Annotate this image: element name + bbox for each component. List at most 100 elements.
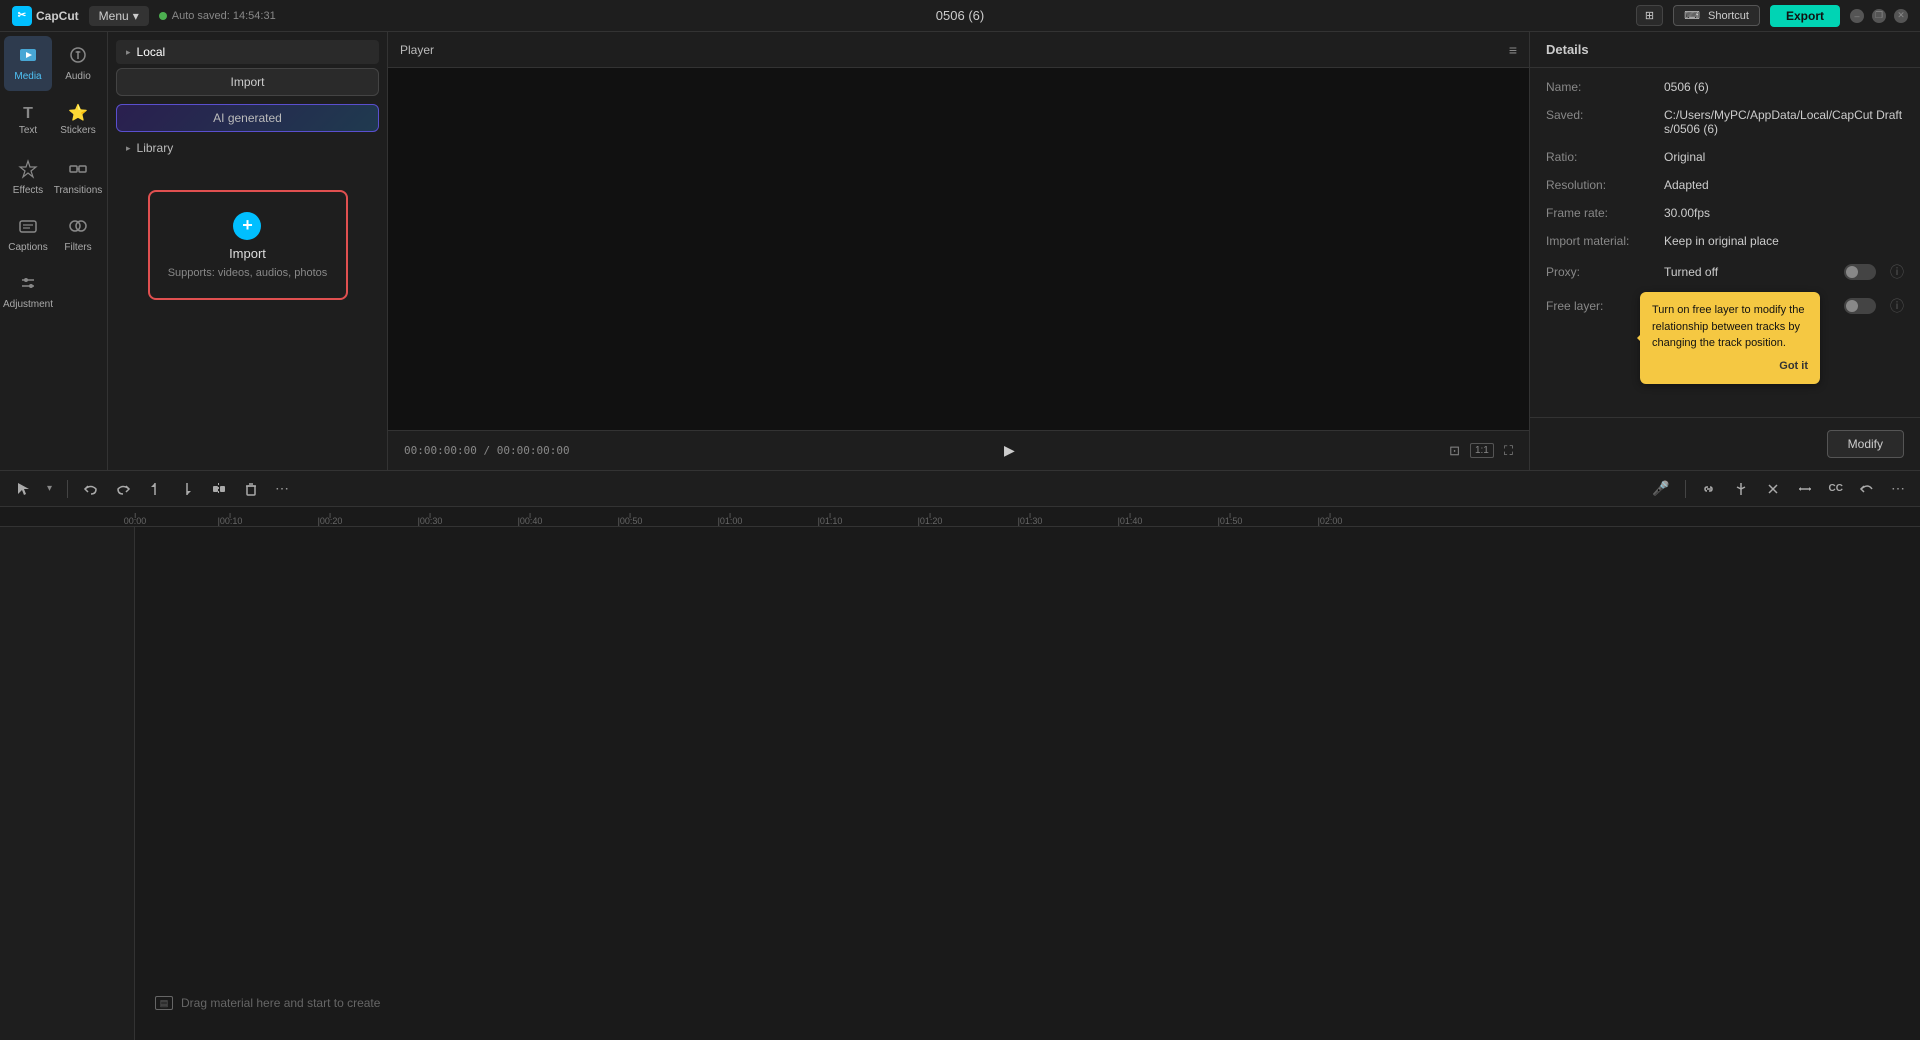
- toolbar-tab-captions[interactable]: Captions: [4, 207, 52, 262]
- window-layout-button[interactable]: ⊞: [1636, 5, 1663, 26]
- close-button[interactable]: ✕: [1894, 9, 1908, 23]
- auto-save-text: Auto saved: 14:54:31: [172, 10, 276, 22]
- delete-button[interactable]: [238, 478, 264, 500]
- free-layer-info-icon[interactable]: ⓘ: [1890, 296, 1904, 316]
- player-fit-icon[interactable]: ⊡: [1449, 443, 1460, 459]
- local-section[interactable]: ▸ Local: [116, 40, 379, 64]
- media-icon: [18, 45, 38, 68]
- ruler-mark-7: |01:10: [818, 516, 843, 526]
- restore-button[interactable]: ❐: [1872, 9, 1886, 23]
- transitions-icon: [68, 159, 88, 182]
- tooltip-got-it-button[interactable]: Got it: [1652, 358, 1808, 375]
- player-controls: 00:00:00:00 / 00:00:00:00 ▶ ⊡ 1:1 ⛶: [388, 430, 1529, 470]
- capcut-logo: ✂ CapCut: [12, 6, 79, 26]
- snap-button[interactable]: [1728, 478, 1754, 500]
- details-footer: Modify: [1530, 417, 1920, 470]
- timeline-ruler-inner: 00:00 |00:10 |00:20 |00:30 |00:40 |00:50…: [0, 507, 1920, 526]
- menu-button[interactable]: Menu ▾: [89, 6, 149, 26]
- cursor-dropdown-button[interactable]: ▾: [42, 480, 57, 497]
- toolbar-tab-transitions[interactable]: Transitions: [54, 150, 102, 205]
- split-start-button[interactable]: [142, 478, 168, 500]
- player-ratio-label[interactable]: 1:1: [1470, 443, 1494, 458]
- title-bar: ✂ CapCut Menu ▾ Auto saved: 14:54:31 050…: [0, 0, 1920, 32]
- shortcut-label: Shortcut: [1708, 10, 1749, 22]
- detail-resolution-label: Resolution:: [1546, 178, 1656, 192]
- timeline-more-button[interactable]: ⋯: [1886, 477, 1910, 500]
- modify-button[interactable]: Modify: [1827, 430, 1904, 458]
- toolbar-tab-filters[interactable]: Filters: [54, 207, 102, 262]
- more-tools-button[interactable]: ⋯: [270, 477, 294, 500]
- library-section[interactable]: ▸ Library: [116, 136, 379, 160]
- toolbar-tab-adjustment[interactable]: Adjustment: [4, 264, 52, 319]
- minimize-button[interactable]: –: [1850, 9, 1864, 23]
- split-button[interactable]: [206, 478, 232, 500]
- window-controls: – ❐ ✕: [1850, 9, 1908, 23]
- import-button[interactable]: Import: [116, 68, 379, 96]
- detail-framerate-label: Frame rate:: [1546, 206, 1656, 220]
- player-viewport: [388, 68, 1529, 430]
- toolbar-tab-stickers[interactable]: ⭐ Stickers: [54, 93, 102, 148]
- split-end-button[interactable]: [174, 478, 200, 500]
- cursor-tool-button[interactable]: [10, 478, 36, 500]
- player-fullscreen-icon[interactable]: ⛶: [1504, 443, 1513, 459]
- free-layer-toggle[interactable]: [1844, 298, 1876, 314]
- ai-generated-button[interactable]: AI generated: [116, 104, 379, 132]
- timeline-toolbar: ▾: [0, 471, 1920, 507]
- detail-row-saved: Saved: C:/Users/MyPC/AppData/Local/CapCu…: [1546, 108, 1904, 136]
- align-button[interactable]: [1792, 478, 1818, 500]
- ruler-mark-11: |01:50: [1218, 516, 1243, 526]
- title-bar-center: 0506 (6): [936, 8, 984, 23]
- auto-save-indicator: Auto saved: 14:54:31: [159, 10, 276, 22]
- filters-icon: [68, 216, 88, 239]
- toolbar-tab-audio[interactable]: Audio: [54, 36, 102, 91]
- detail-saved-value: C:/Users/MyPC/AppData/Local/CapCut Draft…: [1664, 108, 1904, 136]
- ruler-mark-4: |00:40: [518, 516, 543, 526]
- main-layout: Media Audio T Text ⭐ Stickers: [0, 32, 1920, 470]
- captions-tab-label: Captions: [8, 242, 47, 253]
- toolbar-tab-text[interactable]: T Text: [4, 93, 52, 148]
- free-layer-tooltip: Turn on free layer to modify the relatio…: [1640, 292, 1820, 384]
- link-tracks-button[interactable]: [1696, 478, 1722, 500]
- capcut-logo-icon: ✂: [12, 6, 32, 26]
- toolbar-tabs: Media Audio T Text ⭐ Stickers: [0, 32, 107, 323]
- mic-button[interactable]: 🎤: [1647, 477, 1674, 500]
- detail-saved-label: Saved:: [1546, 108, 1656, 122]
- ruler-mark-9: |01:30: [1018, 516, 1043, 526]
- detail-row-import-material: Import material: Keep in original place: [1546, 234, 1904, 248]
- detail-framerate-value: 30.00fps: [1664, 206, 1904, 220]
- import-drop-zone[interactable]: + Import Supports: videos, audios, photo…: [148, 190, 348, 300]
- proxy-toggle[interactable]: [1844, 264, 1876, 280]
- detail-row-ratio: Ratio: Original: [1546, 150, 1904, 164]
- detail-import-material-label: Import material:: [1546, 234, 1656, 248]
- drag-material-hint: ▤ Drag material here and start to create: [155, 996, 380, 1010]
- effects-icon: [18, 159, 38, 182]
- proxy-info-icon[interactable]: ⓘ: [1890, 262, 1904, 282]
- capcut-logo-text: CapCut: [36, 9, 79, 23]
- caption-auto-button[interactable]: CC: [1824, 480, 1848, 497]
- player-time: 00:00:00:00 / 00:00:00:00: [404, 444, 570, 457]
- redo-button[interactable]: [110, 478, 136, 500]
- shortcut-button[interactable]: ⌨ Shortcut: [1673, 5, 1760, 26]
- toolbar-tab-effects[interactable]: Effects: [4, 150, 52, 205]
- timeline-undo-button[interactable]: [1854, 478, 1880, 500]
- export-button[interactable]: Export: [1770, 5, 1840, 27]
- timeline-tracks-right[interactable]: ▤ Drag material here and start to create: [135, 527, 1920, 1040]
- ruler-mark-3: |00:30: [418, 516, 443, 526]
- transitions-tab-label: Transitions: [54, 185, 103, 196]
- import-sublabel: Supports: videos, audios, photos: [168, 267, 328, 279]
- toolbar-tab-media[interactable]: Media: [4, 36, 52, 91]
- player-play-button[interactable]: ▶: [1004, 442, 1015, 459]
- filters-tab-label: Filters: [64, 242, 91, 253]
- player-right-controls: ⊡ 1:1 ⛶: [1449, 443, 1513, 459]
- ruler-mark-6: |01:00: [718, 516, 743, 526]
- auto-save-dot: [159, 12, 167, 20]
- import-label: Import: [229, 246, 266, 261]
- title-bar-left: ✂ CapCut Menu ▾ Auto saved: 14:54:31: [12, 6, 276, 26]
- player-menu-icon[interactable]: ≡: [1509, 42, 1517, 58]
- trim-button[interactable]: [1760, 478, 1786, 500]
- detail-name-label: Name:: [1546, 80, 1656, 94]
- detail-ratio-value: Original: [1664, 150, 1904, 164]
- detail-row-name: Name: 0506 (6): [1546, 80, 1904, 94]
- media-tab-label: Media: [14, 71, 41, 82]
- undo-button[interactable]: [78, 478, 104, 500]
